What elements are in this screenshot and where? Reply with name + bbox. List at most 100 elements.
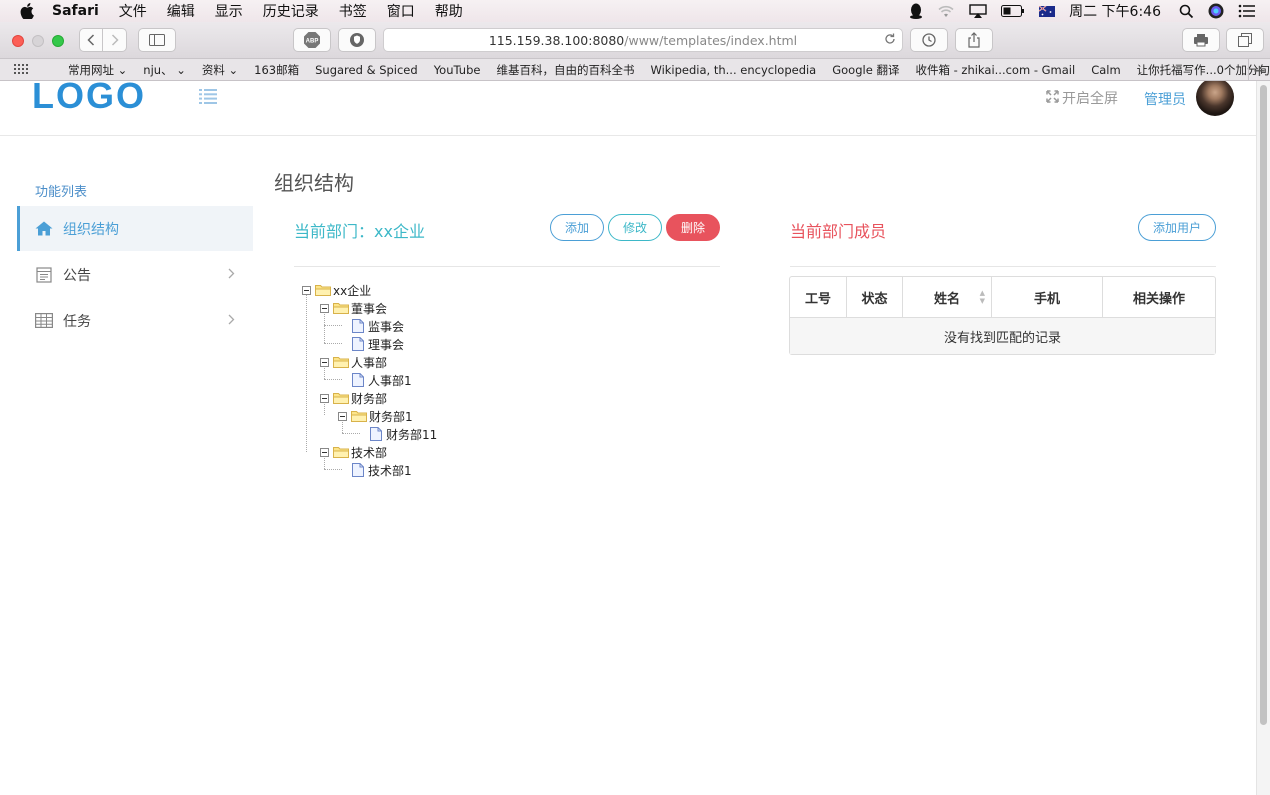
column-header-id[interactable]: 工号 [790, 277, 847, 317]
menubar-clock[interactable]: 周二 下午6:46 [1069, 1, 1161, 21]
page-title: 组织结构 [274, 171, 354, 195]
share-button[interactable] [955, 28, 993, 52]
bookmark-item[interactable]: YouTube [434, 63, 481, 77]
delete-department-button[interactable]: 删除 [666, 214, 720, 241]
input-source-flag-icon[interactable] [1039, 5, 1056, 17]
fullscreen-button[interactable]: 开启全屏 [1046, 88, 1118, 108]
siri-icon[interactable] [1208, 3, 1224, 19]
tree-node[interactable]: 人事部 [320, 353, 387, 371]
reload-icon[interactable] [884, 33, 896, 49]
history-button[interactable] [910, 28, 948, 52]
tree-connector [324, 325, 342, 326]
extension-button[interactable] [338, 28, 376, 52]
menu-window[interactable]: 窗口 [387, 1, 415, 21]
divider [790, 266, 1216, 267]
minimize-window-button[interactable] [32, 35, 44, 47]
bookmark-item[interactable]: Sugared & Spiced [315, 63, 418, 77]
avatar[interactable] [1196, 81, 1234, 116]
column-header-actions[interactable]: 相关操作 [1103, 277, 1215, 317]
sidebar-title: 功能列表 [35, 185, 88, 200]
home-icon [35, 221, 53, 236]
top-sites-grid-icon[interactable] [14, 63, 28, 77]
tree-node[interactable]: 财务部11 [370, 425, 437, 443]
sidebar-item-org-structure[interactable]: 组织结构 [17, 206, 253, 251]
tree-node[interactable]: 人事部1 [352, 371, 412, 389]
print-button[interactable] [1182, 28, 1220, 52]
column-header-label: 姓名 [933, 291, 960, 307]
menu-view[interactable]: 显示 [215, 1, 243, 21]
tree-node[interactable]: 理事会 [352, 335, 404, 353]
spotlight-search-icon[interactable] [1179, 4, 1194, 19]
menu-bookmarks[interactable]: 书签 [339, 1, 367, 21]
menu-list-icon[interactable] [199, 89, 217, 108]
menu-help[interactable]: 帮助 [435, 1, 463, 21]
column-header-phone[interactable]: 手机 [992, 277, 1103, 317]
adblock-button[interactable]: ABP [293, 28, 331, 52]
back-button[interactable] [79, 28, 103, 52]
bookmark-item[interactable]: nju、 ⌄ [143, 62, 186, 78]
tree-connector [342, 433, 360, 434]
tree-node-label: 理事会 [368, 337, 405, 352]
scrollbar-thumb[interactable] [1260, 85, 1267, 725]
sidebar-toggle-button[interactable] [138, 28, 176, 52]
bookmark-item[interactable]: 常用网址 ⌄ [68, 62, 127, 78]
admin-user-link[interactable]: 管理员 [1144, 89, 1186, 109]
shield-icon [350, 33, 364, 47]
logo[interactable]: LOGO [32, 81, 146, 114]
menu-file[interactable]: 文件 [119, 1, 147, 21]
sort-icon[interactable]: ▲ ▼ [980, 289, 985, 305]
menu-app-name[interactable]: Safari [52, 3, 99, 19]
collapse-toggle-icon[interactable] [302, 285, 311, 295]
tree-node[interactable]: 董事会 [320, 299, 387, 317]
tree-node-root[interactable]: xx企业 [302, 281, 371, 299]
document-icon [352, 337, 364, 351]
bookmark-item[interactable]: 收件箱 - zhikai...com - Gmail [915, 62, 1075, 78]
tree-connector [306, 294, 307, 452]
apple-icon[interactable] [18, 2, 36, 20]
tree-node[interactable]: 监事会 [352, 317, 404, 335]
address-bar[interactable]: 115.159.38.100:8080/www/templates/index.… [383, 28, 903, 52]
qq-icon[interactable] [909, 3, 923, 19]
sidebar-item-label: 公告 [63, 267, 91, 284]
tree-node[interactable]: 技术部 [320, 443, 387, 461]
tabs-overview-button[interactable] [1226, 28, 1264, 52]
table-icon [35, 313, 53, 328]
zoom-window-button[interactable] [52, 35, 64, 47]
collapse-toggle-icon[interactable] [320, 393, 329, 403]
column-header-status[interactable]: 状态 [847, 277, 903, 317]
close-window-button[interactable] [12, 35, 24, 47]
collapse-toggle-icon[interactable] [320, 447, 329, 457]
app-header: LOGO 开启全屏 管理员 [0, 81, 1256, 136]
collapse-toggle-icon[interactable] [320, 303, 329, 313]
bookmark-item[interactable]: 资料 ⌄ [202, 62, 238, 78]
url-host: 115.159.38.100:8080 [488, 32, 625, 48]
tree-node-label: xx企业 [333, 283, 372, 298]
new-tab-plus-icon[interactable]: + [1248, 59, 1270, 81]
collapse-toggle-icon[interactable] [320, 357, 329, 367]
edit-department-button[interactable]: 修改 [608, 214, 662, 241]
battery-icon[interactable] [1001, 5, 1025, 17]
sidebar-item-notice[interactable]: 公告 [17, 252, 253, 297]
menu-history[interactable]: 历史记录 [263, 1, 319, 21]
bookmark-item[interactable]: 163邮箱 [254, 62, 299, 78]
sidebar-item-task[interactable]: 任务 [17, 298, 253, 343]
bookmark-item[interactable]: Wikipedia, th... encyclopedia [650, 63, 816, 77]
bookmark-item[interactable]: Google 翻译 [832, 62, 899, 78]
wifi-icon[interactable] [937, 4, 955, 18]
page-scrollbar[interactable] [1256, 81, 1270, 795]
bookmark-item[interactable]: 维基百科，自由的百科全书 [496, 62, 634, 78]
tree-node-label: 财务部 [351, 391, 388, 406]
tree-node[interactable]: 财务部1 [338, 407, 413, 425]
tree-node[interactable]: 财务部 [320, 389, 387, 407]
collapse-toggle-icon[interactable] [338, 411, 347, 421]
forward-button[interactable] [103, 28, 127, 52]
bookmark-item[interactable]: Calm [1091, 63, 1120, 77]
tree-node[interactable]: 技术部1 [352, 461, 412, 479]
column-header-name[interactable]: 姓名 ▲ ▼ [903, 277, 992, 317]
add-user-button[interactable]: 添加用户 [1138, 214, 1216, 241]
airplay-icon[interactable] [969, 4, 987, 18]
printer-icon [1194, 34, 1208, 47]
add-department-button[interactable]: 添加 [550, 214, 604, 241]
notification-center-icon[interactable] [1238, 4, 1256, 18]
menu-edit[interactable]: 编辑 [167, 1, 195, 21]
